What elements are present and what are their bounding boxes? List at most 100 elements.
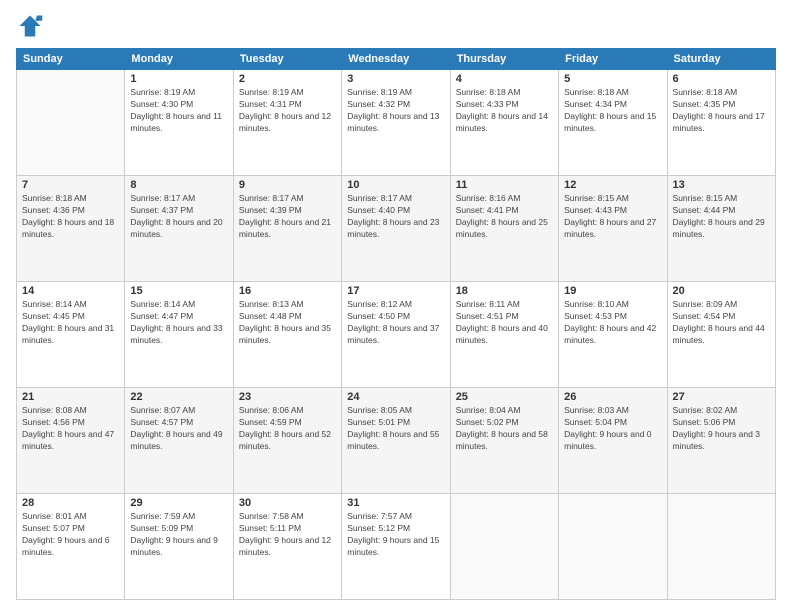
header-row: SundayMondayTuesdayWednesdayThursdayFrid… <box>17 49 776 70</box>
day-cell: 23Sunrise: 8:06 AM Sunset: 4:59 PM Dayli… <box>233 388 341 494</box>
day-header-friday: Friday <box>559 49 667 70</box>
day-number: 29 <box>130 497 227 509</box>
day-info: Sunrise: 8:19 AM Sunset: 4:32 PM Dayligh… <box>347 87 444 135</box>
day-cell: 8 Sunrise: 8:17 AM Sunset: 4:37 PM Daylig… <box>125 176 233 282</box>
day-cell <box>450 494 558 600</box>
day-info: Sunrise: 8:19 AM Sunset: 4:31 PM Dayligh… <box>239 87 336 135</box>
page: SundayMondayTuesdayWednesdayThursdayFrid… <box>0 0 792 612</box>
week-row-4: 28Sunrise: 8:01 AM Sunset: 5:07 PM Dayli… <box>17 494 776 600</box>
day-number: 8 <box>130 179 227 191</box>
day-number: 16 <box>239 285 336 297</box>
day-info: Sunrise: 8:06 AM Sunset: 4:59 PM Dayligh… <box>239 405 336 453</box>
week-row-0: 1 Sunrise: 8:19 AM Sunset: 4:30 PM Daylig… <box>17 70 776 176</box>
week-row-3: 21 Sunrise: 8:08 AM Sunset: 4:56 PM Dayli… <box>17 388 776 494</box>
day-cell: 17Sunrise: 8:12 AM Sunset: 4:50 PM Dayli… <box>342 282 450 388</box>
day-number: 25 <box>456 391 553 403</box>
logo-icon <box>16 12 44 40</box>
day-info: Sunrise: 8:16 AM Sunset: 4:41 PM Dayligh… <box>456 193 553 241</box>
day-info: Sunrise: 7:58 AM Sunset: 5:11 PM Dayligh… <box>239 511 336 559</box>
day-info: Sunrise: 8:15 AM Sunset: 4:44 PM Dayligh… <box>673 193 770 241</box>
day-info: Sunrise: 7:57 AM Sunset: 5:12 PM Dayligh… <box>347 511 444 559</box>
day-number: 10 <box>347 179 444 191</box>
day-cell: 21 Sunrise: 8:08 AM Sunset: 4:56 PM Dayli… <box>17 388 125 494</box>
day-cell: 31 Sunrise: 7:57 AM Sunset: 5:12 PM Dayli… <box>342 494 450 600</box>
day-info: Sunrise: 8:03 AM Sunset: 5:04 PM Dayligh… <box>564 405 661 453</box>
day-cell: 18 Sunrise: 8:11 AM Sunset: 4:51 PM Dayli… <box>450 282 558 388</box>
day-cell: 13 Sunrise: 8:15 AM Sunset: 4:44 PM Dayli… <box>667 176 775 282</box>
day-cell: 15 Sunrise: 8:14 AM Sunset: 4:47 PM Dayli… <box>125 282 233 388</box>
day-info: Sunrise: 8:19 AM Sunset: 4:30 PM Dayligh… <box>130 87 227 135</box>
day-cell: 12 Sunrise: 8:15 AM Sunset: 4:43 PM Dayli… <box>559 176 667 282</box>
day-info: Sunrise: 8:11 AM Sunset: 4:51 PM Dayligh… <box>456 299 553 347</box>
day-info: Sunrise: 8:15 AM Sunset: 4:43 PM Dayligh… <box>564 193 661 241</box>
day-cell <box>667 494 775 600</box>
day-header-monday: Monday <box>125 49 233 70</box>
day-header-sunday: Sunday <box>17 49 125 70</box>
day-cell <box>559 494 667 600</box>
day-info: Sunrise: 8:10 AM Sunset: 4:53 PM Dayligh… <box>564 299 661 347</box>
day-cell: 11 Sunrise: 8:16 AM Sunset: 4:41 PM Dayli… <box>450 176 558 282</box>
day-number: 2 <box>239 73 336 85</box>
day-header-saturday: Saturday <box>667 49 775 70</box>
day-cell: 22 Sunrise: 8:07 AM Sunset: 4:57 PM Dayli… <box>125 388 233 494</box>
day-info: Sunrise: 8:08 AM Sunset: 4:56 PM Dayligh… <box>22 405 119 453</box>
calendar-header: SundayMondayTuesdayWednesdayThursdayFrid… <box>17 49 776 70</box>
day-header-wednesday: Wednesday <box>342 49 450 70</box>
day-number: 17 <box>347 285 444 297</box>
calendar-body: 1 Sunrise: 8:19 AM Sunset: 4:30 PM Daylig… <box>17 70 776 600</box>
day-info: Sunrise: 8:14 AM Sunset: 4:45 PM Dayligh… <box>22 299 119 347</box>
header <box>16 12 776 40</box>
day-number: 14 <box>22 285 119 297</box>
day-cell: 9 Sunrise: 8:17 AM Sunset: 4:39 PM Daylig… <box>233 176 341 282</box>
day-number: 1 <box>130 73 227 85</box>
day-cell: 26 Sunrise: 8:03 AM Sunset: 5:04 PM Dayli… <box>559 388 667 494</box>
day-info: Sunrise: 8:07 AM Sunset: 4:57 PM Dayligh… <box>130 405 227 453</box>
day-cell: 14 Sunrise: 8:14 AM Sunset: 4:45 PM Dayli… <box>17 282 125 388</box>
day-number: 15 <box>130 285 227 297</box>
day-info: Sunrise: 8:18 AM Sunset: 4:34 PM Dayligh… <box>564 87 661 135</box>
day-info: Sunrise: 8:14 AM Sunset: 4:47 PM Dayligh… <box>130 299 227 347</box>
week-row-2: 14 Sunrise: 8:14 AM Sunset: 4:45 PM Dayli… <box>17 282 776 388</box>
day-number: 20 <box>673 285 770 297</box>
day-number: 28 <box>22 497 119 509</box>
day-cell: 10 Sunrise: 8:17 AM Sunset: 4:40 PM Dayli… <box>342 176 450 282</box>
day-number: 13 <box>673 179 770 191</box>
day-number: 5 <box>564 73 661 85</box>
day-cell: 7Sunrise: 8:18 AM Sunset: 4:36 PM Daylig… <box>17 176 125 282</box>
day-number: 3 <box>347 73 444 85</box>
day-cell: 6Sunrise: 8:18 AM Sunset: 4:35 PM Daylig… <box>667 70 775 176</box>
day-number: 19 <box>564 285 661 297</box>
day-info: Sunrise: 8:04 AM Sunset: 5:02 PM Dayligh… <box>456 405 553 453</box>
day-cell: 20Sunrise: 8:09 AM Sunset: 4:54 PM Dayli… <box>667 282 775 388</box>
day-info: Sunrise: 8:18 AM Sunset: 4:36 PM Dayligh… <box>22 193 119 241</box>
day-cell: 28Sunrise: 8:01 AM Sunset: 5:07 PM Dayli… <box>17 494 125 600</box>
day-cell <box>17 70 125 176</box>
day-number: 21 <box>22 391 119 403</box>
day-number: 27 <box>673 391 770 403</box>
day-cell: 3 Sunrise: 8:19 AM Sunset: 4:32 PM Daylig… <box>342 70 450 176</box>
day-cell: 30 Sunrise: 7:58 AM Sunset: 5:11 PM Dayli… <box>233 494 341 600</box>
day-info: Sunrise: 8:18 AM Sunset: 4:33 PM Dayligh… <box>456 87 553 135</box>
day-number: 31 <box>347 497 444 509</box>
day-info: Sunrise: 8:17 AM Sunset: 4:40 PM Dayligh… <box>347 193 444 241</box>
day-number: 26 <box>564 391 661 403</box>
day-info: Sunrise: 8:17 AM Sunset: 4:39 PM Dayligh… <box>239 193 336 241</box>
day-number: 22 <box>130 391 227 403</box>
day-info: Sunrise: 8:13 AM Sunset: 4:48 PM Dayligh… <box>239 299 336 347</box>
day-number: 6 <box>673 73 770 85</box>
day-cell: 29 Sunrise: 7:59 AM Sunset: 5:09 PM Dayli… <box>125 494 233 600</box>
day-number: 9 <box>239 179 336 191</box>
day-info: Sunrise: 8:17 AM Sunset: 4:37 PM Dayligh… <box>130 193 227 241</box>
day-header-tuesday: Tuesday <box>233 49 341 70</box>
day-info: Sunrise: 7:59 AM Sunset: 5:09 PM Dayligh… <box>130 511 227 559</box>
day-cell: 16 Sunrise: 8:13 AM Sunset: 4:48 PM Dayli… <box>233 282 341 388</box>
day-cell: 4 Sunrise: 8:18 AM Sunset: 4:33 PM Daylig… <box>450 70 558 176</box>
day-number: 30 <box>239 497 336 509</box>
day-number: 11 <box>456 179 553 191</box>
day-number: 4 <box>456 73 553 85</box>
calendar-table: SundayMondayTuesdayWednesdayThursdayFrid… <box>16 48 776 600</box>
week-row-1: 7Sunrise: 8:18 AM Sunset: 4:36 PM Daylig… <box>17 176 776 282</box>
day-number: 12 <box>564 179 661 191</box>
day-number: 18 <box>456 285 553 297</box>
day-info: Sunrise: 8:02 AM Sunset: 5:06 PM Dayligh… <box>673 405 770 453</box>
